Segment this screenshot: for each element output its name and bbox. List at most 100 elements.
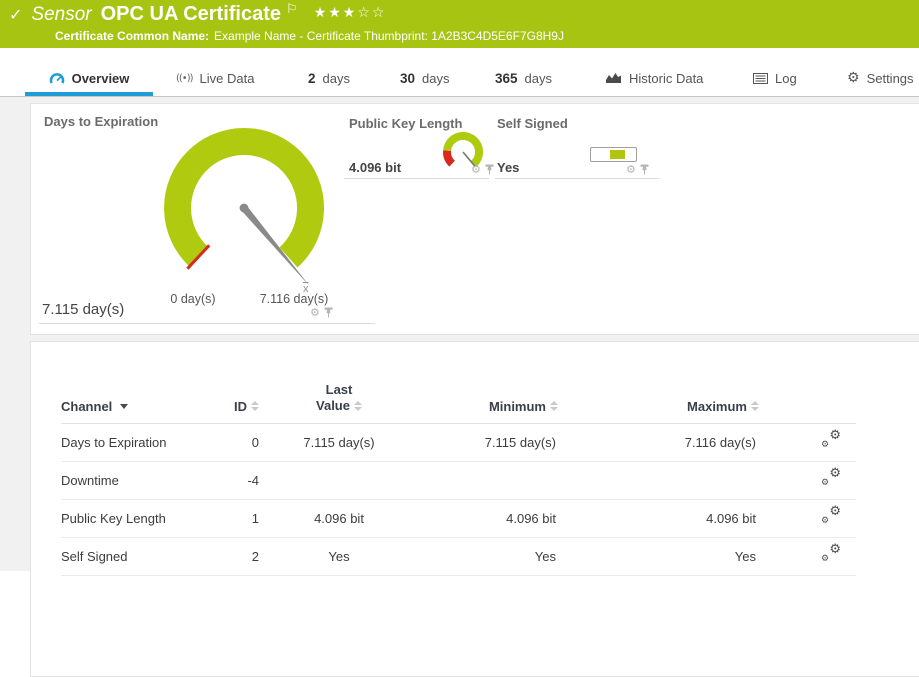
broadcast-icon: ((•)) [176,73,193,84]
channel-minimum: 4.096 bit [419,499,558,537]
pin-icon[interactable] [640,164,649,175]
tab-30-days[interactable]: 30 days [400,63,450,93]
channels-table: Channel ID Last Value Mi [61,378,856,576]
gauge-value-self-signed: Yes [497,160,519,175]
certificate-info-label: Certificate Common Name: [55,29,209,43]
channel-last-value: 4.096 bit [259,499,419,537]
tab-historic-data[interactable]: Historic Data [605,63,703,93]
channel-settings-gears-icon[interactable]: ⚙⚙ [821,433,841,449]
tab-365-days[interactable]: 365 days [495,63,552,93]
priority-star-rating[interactable]: ★★★☆☆ [314,5,387,21]
channel-maximum: 4.096 bit [558,499,759,537]
sensor-message-line: Certificate Common Name: Example Name - C… [0,29,919,43]
pin-icon[interactable] [485,164,494,175]
sensor-page: ✓ Sensor OPC UA Certificate ⚐ ★★★☆☆ Cert… [0,0,919,571]
sort-icon [354,401,362,411]
channel-name: Downtime [61,461,211,499]
channel-last-value: Yes [259,537,419,575]
gauge-toolbar: ⚙ [310,307,333,318]
gauge-min-label: 0 day(s) [162,292,224,306]
table-header-row: Channel ID Last Value Mi [61,378,856,423]
tab-log[interactable]: Log [753,63,797,93]
priority-flag-icon[interactable]: ⚐ [286,2,298,17]
tab-bar: Overview ((•)) Live Data 2 days 30 days … [0,48,919,97]
channel-last-value [259,461,419,499]
channels-panel: Channel ID Last Value Mi [30,341,919,677]
gauge-title-days-to-expiration: Days to Expiration [44,114,158,129]
tab-label: Log [775,71,797,86]
gauge-max-label: 7.116 day(s) [259,292,329,306]
gauge-divider [495,178,659,179]
tab-live-data[interactable]: ((•)) Live Data [176,63,254,93]
channel-maximum: 7.116 day(s) [558,423,759,461]
days-to-expiration-gauge [156,119,346,299]
channel-settings-icon[interactable]: ⚙ [626,164,636,175]
channel-settings-gears-icon[interactable]: ⚙⚙ [821,471,841,487]
log-list-icon [753,73,768,84]
channel-name: Public Key Length [61,499,211,537]
channel-maximum: Yes [558,537,759,575]
channel-name: Self Signed [61,537,211,575]
content-area: Days to Expiration x 0 day(s) 7.116 day(… [0,97,919,571]
column-header-minimum[interactable]: Minimum [419,378,558,423]
channel-minimum: 7.115 day(s) [419,423,558,461]
channel-maximum [558,461,759,499]
certificate-info-value: Example Name - Certificate Thumbprint: 1… [214,29,564,43]
column-header-maximum[interactable]: Maximum [558,378,759,423]
sort-desc-icon [120,404,128,409]
gauge-title-self-signed: Self Signed [497,116,568,131]
active-tab-underline [25,92,153,96]
tab-label: Live Data [200,71,255,86]
self-signed-indicator-state [610,150,625,159]
self-signed-indicator [590,147,637,162]
channel-settings-gears-icon[interactable]: ⚙⚙ [821,509,841,525]
channel-id: -4 [211,461,259,499]
sensor-kind-label: Sensor [31,4,91,26]
gauge-divider [39,323,375,324]
area-chart-icon [605,72,622,84]
tab-2-days[interactable]: 2 days [308,63,350,93]
tab-label: days [323,71,350,86]
gauge-toolbar: ⚙ [471,164,494,175]
gauge-value-days-to-expiration: 7.115 day(s) [42,301,124,318]
sort-icon [751,401,759,411]
channel-settings-icon[interactable]: ⚙ [310,307,320,318]
gauge-icon [49,72,65,85]
sort-icon [550,401,558,411]
tab-settings[interactable]: ⚙ Settings [847,63,914,93]
channel-minimum: Yes [419,537,558,575]
tab-number: 2 [308,71,316,86]
column-header-channel[interactable]: Channel [61,378,211,423]
channel-id: 2 [211,537,259,575]
gauge-value-public-key-length: 4.096 bit [349,160,401,175]
table-row: Self Signed 2 Yes Yes Yes ⚙⚙ [61,537,856,575]
gauges-panel: Days to Expiration x 0 day(s) 7.116 day(… [30,103,919,335]
table-row: Downtime -4 ⚙⚙ [61,461,856,499]
tab-number: 365 [495,71,518,86]
channel-last-value: 7.115 day(s) [259,423,419,461]
channel-settings-icon[interactable]: ⚙ [471,164,481,175]
table-row: Public Key Length 1 4.096 bit 4.096 bit … [61,499,856,537]
channel-settings-gears-icon[interactable]: ⚙⚙ [821,547,841,563]
tab-label: Overview [72,71,130,86]
pin-icon[interactable] [324,307,333,318]
tab-label: Historic Data [629,71,703,86]
tab-label: days [422,71,449,86]
tab-overview[interactable]: Overview [25,63,153,93]
sort-icon [251,401,259,411]
sensor-title-line: ✓ Sensor OPC UA Certificate ⚐ ★★★☆☆ [0,0,919,26]
sensor-header: ✓ Sensor OPC UA Certificate ⚐ ★★★☆☆ Cert… [0,0,919,48]
channel-id: 0 [211,423,259,461]
gauge-divider [344,178,489,179]
tab-label: Settings [867,71,914,86]
gauge-toolbar: ⚙ [626,164,649,175]
column-header-actions [759,378,856,423]
tab-number: 30 [400,71,415,86]
column-header-id[interactable]: ID [211,378,259,423]
column-header-last-value[interactable]: Last Value [259,378,419,423]
channel-name: Days to Expiration [61,423,211,461]
gear-icon: ⚙ [847,70,860,86]
page-title: OPC UA Certificate [101,3,281,26]
tab-label: days [525,71,552,86]
channel-id: 1 [211,499,259,537]
